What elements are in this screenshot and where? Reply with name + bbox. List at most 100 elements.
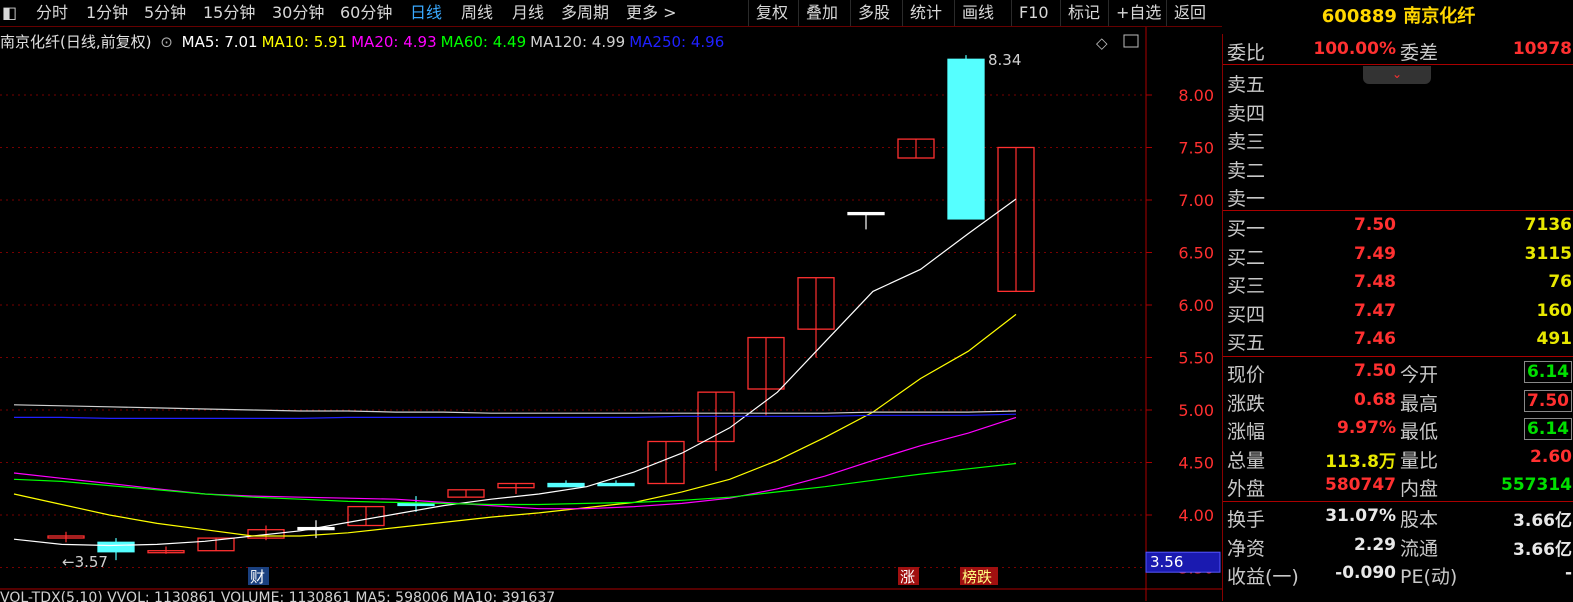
quote-row: 买四 7.47 160 bbox=[1227, 298, 1573, 326]
candle-body bbox=[397, 502, 435, 507]
toolbar-button-6[interactable]: 标记 bbox=[1068, 0, 1100, 26]
quote-v2: - bbox=[1564, 563, 1572, 583]
legend-toggle-icon[interactable]: ⊙ bbox=[160, 33, 173, 51]
quote-lbl: 买五 bbox=[1227, 332, 1266, 354]
quote-lbl: 买一 bbox=[1227, 218, 1266, 240]
toolbar-separator bbox=[902, 0, 903, 26]
quote-row: 买五 7.46 491 bbox=[1227, 326, 1573, 354]
quote-row: 换手 31.07% 股本 3.66亿 bbox=[1227, 503, 1573, 531]
toolbar-button-4[interactable]: 画线 bbox=[962, 0, 994, 26]
toolbar-separator bbox=[748, 0, 749, 26]
quote-lbl2: PE(动) bbox=[1400, 566, 1458, 588]
quote-lbl2: 量比 bbox=[1400, 449, 1439, 472]
period-tab-7[interactable]: 周线 bbox=[461, 0, 493, 26]
quote-v1: 7.49 bbox=[1354, 243, 1396, 264]
quote-lbl: 买二 bbox=[1227, 246, 1266, 269]
quote-lbl2: 流通 bbox=[1400, 537, 1439, 560]
toolbar-separator bbox=[798, 0, 799, 26]
window-layout-icon[interactable]: ◧ bbox=[2, 0, 24, 26]
toolbar-button-2[interactable]: 多股 bbox=[858, 0, 890, 26]
y-tick-label: 5.50 bbox=[1178, 349, 1214, 368]
ma-legend-item: MA250: 4.96 bbox=[629, 33, 725, 51]
panel-toggle-icon[interactable] bbox=[1123, 34, 1139, 48]
candle-body bbox=[597, 482, 635, 487]
quote-v1: 7.47 bbox=[1354, 300, 1396, 321]
quote-row: 买一 7.50 7136 bbox=[1227, 212, 1573, 240]
y-tick-label: 4.50 bbox=[1178, 454, 1214, 473]
toolbar-button-1[interactable]: 叠加 bbox=[806, 0, 838, 26]
period-tab-2[interactable]: 5分钟 bbox=[144, 0, 186, 26]
period-tab-6[interactable]: 日线 bbox=[410, 0, 442, 26]
quote-lbl2: 最低 bbox=[1400, 421, 1439, 443]
quote-row: 卖三 bbox=[1227, 125, 1573, 153]
event-marker[interactable]: 涨 bbox=[900, 568, 915, 586]
ma-legend-item: MA60: 4.49 bbox=[440, 33, 527, 51]
candle-body bbox=[547, 482, 585, 488]
period-tab-4[interactable]: 30分钟 bbox=[272, 0, 324, 26]
period-tab-5[interactable]: 60分钟 bbox=[340, 0, 392, 26]
ma-line-ma5 bbox=[13, 198, 1017, 547]
quote-v1: 113.8万 bbox=[1325, 451, 1396, 472]
quote-lbl: 卖一 bbox=[1227, 188, 1266, 210]
quote-row: 净资 2.29 流通 3.66亿 bbox=[1227, 532, 1573, 560]
period-tab-8[interactable]: 月线 bbox=[512, 0, 544, 26]
quote-v2: 3.66亿 bbox=[1513, 511, 1572, 531]
quote-lbl: 卖三 bbox=[1227, 131, 1266, 153]
event-marker[interactable]: 财 bbox=[250, 568, 265, 586]
period-tab-0[interactable]: 分时 bbox=[36, 0, 68, 26]
quote-v2: 2.60 bbox=[1530, 446, 1572, 467]
ma-legend-item: MA20: 4.93 bbox=[351, 33, 437, 51]
period-toolbar: ◧ 分时 1分钟 5分钟 15分钟 30分钟 60分钟 日线 周线 月线 多周期 更多 > 复权 叠加 多股… bbox=[0, 0, 1222, 27]
quote-row: 卖五 bbox=[1227, 68, 1573, 96]
quote-lbl: 现价 bbox=[1227, 364, 1266, 386]
kline-chart[interactable]: 8.007.507.006.506.005.505.004.504.003.50… bbox=[0, 27, 1222, 601]
quote-row: 收益(一) -0.090 PE(动) - bbox=[1227, 560, 1573, 588]
quote-v2: 10978 bbox=[1512, 39, 1572, 59]
quote-row: 卖一 bbox=[1227, 182, 1573, 210]
toolbar-button-8[interactable]: 返回 bbox=[1174, 0, 1206, 26]
quote-v2: 3115 bbox=[1524, 243, 1572, 264]
quote-row: 涨跌 0.68 最高 7.50 bbox=[1227, 387, 1573, 415]
quote-v2: 160 bbox=[1536, 300, 1573, 321]
quote-lbl: 涨幅 bbox=[1227, 421, 1266, 443]
ma-legend: 南京化纤(日线,前复权) ⊙ MA5: 7.01 MA10: 5.91 MA20: … bbox=[0, 31, 728, 53]
period-tab-9[interactable]: 多周期 bbox=[561, 0, 609, 26]
y-tick-label: 7.00 bbox=[1178, 191, 1214, 210]
period-tab-10[interactable]: 更多 > bbox=[626, 0, 677, 26]
event-marker[interactable]: 榜跌 bbox=[962, 568, 992, 586]
toolbar-button-3[interactable]: 统计 bbox=[910, 0, 942, 26]
chart-area[interactable]: 8.007.507.006.506.005.505.004.504.003.50… bbox=[0, 27, 1222, 601]
quote-lbl: 换手 bbox=[1227, 509, 1266, 531]
quote-lbl: 买四 bbox=[1227, 303, 1266, 326]
quote-v2: 6.14 bbox=[1524, 361, 1572, 383]
quote-v2: 76 bbox=[1548, 272, 1572, 292]
period-tab-3[interactable]: 15分钟 bbox=[203, 0, 255, 26]
quote-v1: -0.090 bbox=[1335, 563, 1396, 583]
low-price-label: ←3.57 bbox=[62, 553, 108, 571]
quote-v2: 557314 bbox=[1501, 475, 1572, 495]
quote-lbl: 卖四 bbox=[1227, 102, 1266, 125]
y-tick-label: 5.00 bbox=[1178, 401, 1214, 420]
volume-legend-text: VOL-TDX(5,10) VVOL: 1130861 VOLUME: 1130… bbox=[0, 590, 556, 602]
candle-body bbox=[947, 58, 985, 220]
toolbar-separator bbox=[954, 0, 955, 26]
toolbar-button-7[interactable]: +自选 bbox=[1116, 0, 1161, 26]
current-price-tag-label: 3.56 bbox=[1150, 553, 1183, 571]
quote-v2: 7136 bbox=[1524, 215, 1572, 235]
y-tick-label: 4.00 bbox=[1178, 506, 1214, 525]
legend-stock-name: 南京化纤(日线,前复权) bbox=[0, 33, 152, 51]
quote-lbl: 买三 bbox=[1227, 275, 1266, 297]
quote-lbl: 委比 bbox=[1227, 42, 1266, 64]
quote-lbl2: 委差 bbox=[1400, 42, 1439, 64]
toolbar-button-0[interactable]: 复权 bbox=[756, 0, 788, 26]
toolbar-separator bbox=[850, 0, 851, 26]
diamond-icon[interactable]: ◇ bbox=[1096, 34, 1108, 52]
ma-legend-item: MA10: 5.91 bbox=[261, 33, 348, 51]
quote-v1: 9.97% bbox=[1337, 418, 1396, 438]
quote-row: 外盘 580747 内盘 557314 bbox=[1227, 472, 1573, 500]
quote-lbl: 总量 bbox=[1227, 449, 1266, 472]
toolbar-separator bbox=[1108, 0, 1109, 26]
period-tab-1[interactable]: 1分钟 bbox=[86, 0, 128, 26]
ma-line-ma20 bbox=[13, 416, 1017, 510]
toolbar-button-5[interactable]: F10 bbox=[1019, 0, 1049, 26]
